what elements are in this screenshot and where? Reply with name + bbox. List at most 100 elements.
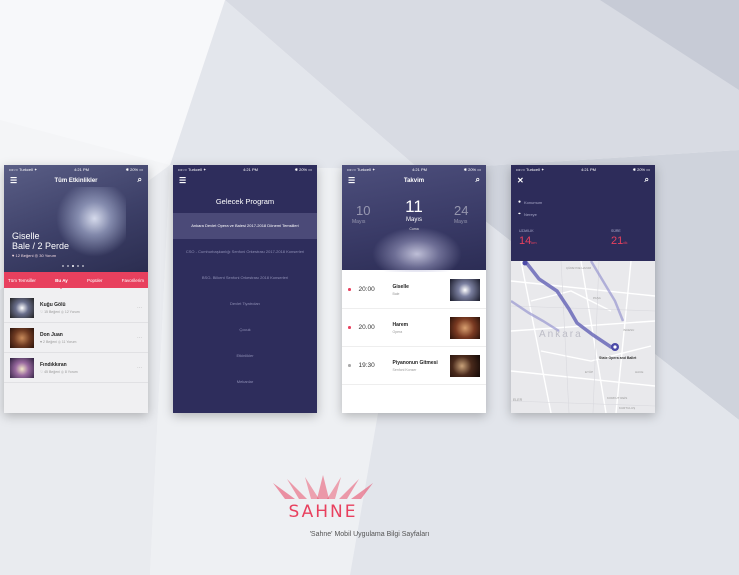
- status-battery: ✱ 20% ▭: [294, 166, 312, 172]
- more-icon[interactable]: ···: [137, 305, 142, 311]
- status-carrier: •••○○ Turkcell ✦: [9, 166, 38, 172]
- status-bar: •••○○ Turkcell ✦ 4:21 PM ✱ 20% ▭: [4, 165, 148, 173]
- carousel-dot[interactable]: [82, 265, 84, 267]
- tab-favorites[interactable]: Favorilerim: [122, 278, 144, 283]
- next-day[interactable]: 24: [454, 203, 468, 218]
- event-name: Don Juan: [40, 331, 63, 338]
- route-map[interactable]: Ankara State Opera and Ballet ÇÜREYDE HA…: [511, 261, 655, 413]
- hero-title-line2: Bale / 2 Perde: [12, 241, 70, 251]
- list-item[interactable]: Fındıkkıran ♡ 45 Beğeni ◎ 8 Yorum ···: [4, 353, 148, 383]
- status-dot: [348, 288, 351, 291]
- map-street-label: KURTULUŞ: [619, 406, 635, 410]
- distance-label: UZAKLIK: [519, 229, 534, 233]
- status-battery: ✱ 20% ▭: [632, 166, 650, 172]
- distance-unit: km: [531, 240, 537, 245]
- tab-all[interactable]: Tüm Temsiller: [8, 278, 36, 283]
- distance-stat: UZAKLIK 14km: [519, 229, 537, 247]
- status-time: 4:21 PM: [243, 166, 258, 172]
- schedule-time: 20:00: [358, 286, 375, 293]
- carousel-dot-active[interactable]: [72, 265, 74, 267]
- search-icon[interactable]: ⌕: [645, 175, 649, 185]
- schedule-type: Bale: [392, 291, 400, 296]
- schedule-type: Senfoni Konser: [392, 367, 417, 372]
- header-image: [372, 227, 462, 272]
- tab-this-month[interactable]: Bu Ay: [55, 278, 68, 289]
- event-name: Fındıkkıran: [40, 361, 67, 368]
- search-icon[interactable]: ⌕: [138, 175, 142, 185]
- status-dot: [348, 326, 351, 329]
- carousel-dot[interactable]: [77, 265, 79, 267]
- map-street-label: İNCESU: [623, 327, 634, 332]
- selected-weekday: Cuma: [409, 227, 419, 231]
- page-title: Gelecek Program: [215, 197, 275, 206]
- hero-meta: ♥ 12 Beğeni ◎ 30 Yorum: [12, 253, 57, 258]
- menu-item-children[interactable]: Çocuk: [173, 317, 317, 343]
- menu-item-cso[interactable]: CSO - Cumhurbaşkanlığı Senfoni Orkestras…: [173, 239, 317, 265]
- list-item[interactable]: Don Juan ♥ 2 Beğeni ◎ 11 Yorum ···: [4, 323, 148, 353]
- map-street-label: ÇÜREYDE HANIM: [566, 266, 592, 270]
- status-bar: •••○○ Turkcell ✦ 4:21 PM ✱ 20% ▭: [342, 165, 486, 173]
- status-dot: [348, 364, 351, 367]
- tab-popular[interactable]: Popüler: [87, 278, 103, 283]
- hero-title-line1: Giselle: [12, 231, 40, 241]
- schedule-name: Giselle: [392, 283, 409, 290]
- carousel-dot[interactable]: [62, 265, 64, 267]
- carousel-dot[interactable]: [67, 265, 69, 267]
- menu-item-venues[interactable]: Mekanlar: [173, 369, 317, 395]
- sahne-logo: SAHNE: [273, 475, 373, 522]
- origin-label: Konumum: [524, 199, 543, 205]
- tagline: 'Sahne' Mobil Uygulama Bilgi Sayfaları: [309, 531, 430, 538]
- destination-field[interactable]: ⌖ Nereye: [518, 211, 537, 217]
- nav-bar: ✕ ⌕: [511, 174, 655, 188]
- carousel-dots[interactable]: [62, 265, 84, 267]
- event-meta: ♡ 15 Beğeni ◎ 12 Yorum: [40, 309, 80, 314]
- close-icon[interactable]: ✕: [517, 176, 524, 185]
- schedule-row[interactable]: 19:30 Piyanonun Gitmesi Senfoni Konser: [342, 347, 486, 385]
- map-city-label: Ankara: [539, 329, 583, 340]
- map-destination-label: State Opera and Ballet: [599, 356, 637, 360]
- next-month: Mayıs: [454, 219, 468, 225]
- menu-icon[interactable]: ☰: [348, 176, 355, 185]
- status-bar: •••○○ Turkcell ✦ 4:21 PM ✱ 20% ▭: [511, 165, 655, 173]
- schedule-name: Harem: [392, 321, 409, 328]
- event-thumbnail: [10, 327, 34, 348]
- menu-item-events[interactable]: Etkinlikler: [173, 343, 317, 369]
- status-carrier: •••○○ Turkcell ✦: [516, 166, 545, 172]
- map-street-label: ELER: [513, 398, 523, 402]
- distance-value: 14: [519, 235, 532, 247]
- menu-item-bso[interactable]: BSO- Bilkent Senfoni Orkestrası 2018 Kon…: [173, 265, 317, 291]
- more-icon[interactable]: ···: [137, 365, 142, 371]
- schedule-row[interactable]: 20.00 Harem Opera: [342, 309, 486, 347]
- phone-upcoming-program: •••○○ Turkcell ✦ 4:21 PM ✱ 20% ▭ ☰ Gelec…: [173, 165, 317, 413]
- event-list: Kuğu Gölü ♡ 15 Beğeni ◎ 12 Yorum ··· Don…: [4, 293, 148, 383]
- nav-title: Tüm Etkinlikler: [54, 178, 98, 184]
- menu-item-theatres[interactable]: Devlet Tiyatroları: [173, 291, 317, 317]
- map-street-label: EYÜP: [585, 370, 593, 374]
- destination-label: Nereye: [524, 211, 537, 217]
- origin-field[interactable]: ● Konumum: [518, 199, 542, 205]
- schedule-thumbnail: [450, 278, 480, 301]
- event-name: Kuğu Gölü: [40, 301, 66, 308]
- menu-icon[interactable]: ☰: [179, 176, 186, 185]
- more-icon[interactable]: ···: [137, 335, 142, 341]
- nav-bar: ☰ Tüm Etkinlikler ⌕: [4, 174, 148, 188]
- phone-all-events: •••○○ Turkcell ✦ 4:21 PM ✱ 20% ▭ ☰ Tüm E…: [4, 165, 148, 413]
- menu-icon[interactable]: ☰: [10, 176, 17, 185]
- schedule-row[interactable]: 20:00 Giselle Bale: [342, 271, 486, 309]
- event-meta: ♡ 45 Beğeni ◎ 8 Yorum: [40, 369, 78, 374]
- filter-tabs: Tüm Temsiller Bu Ay Popüler Favorilerim: [4, 272, 148, 289]
- menu-item-opera-ballet[interactable]: Ankara Devlet Opera ve Balesi 2017-2018 …: [173, 213, 317, 239]
- schedule-thumbnail: [450, 354, 480, 377]
- status-carrier: •••○○ Turkcell ✦: [347, 166, 376, 172]
- duration-unit: dk: [623, 240, 628, 245]
- search-icon[interactable]: ⌕: [476, 175, 480, 185]
- schedule-time: 20.00: [358, 324, 375, 331]
- duration-label: SÜRE: [611, 229, 621, 233]
- map-street-label: KORKUT REİS: [607, 395, 627, 400]
- list-item[interactable]: Kuğu Gölü ♡ 15 Beğeni ◎ 12 Yorum ···: [4, 293, 148, 323]
- status-time: 4:21 PM: [412, 166, 427, 172]
- event-thumbnail: [10, 297, 34, 318]
- status-bar: •••○○ Turkcell ✦ 4:21 PM ✱ 20% ▭: [173, 165, 317, 173]
- map-street-label: PAŞA: [593, 296, 601, 300]
- schedule-list: 20:00 Giselle Bale 20.00 Harem Opera 19:…: [342, 271, 486, 385]
